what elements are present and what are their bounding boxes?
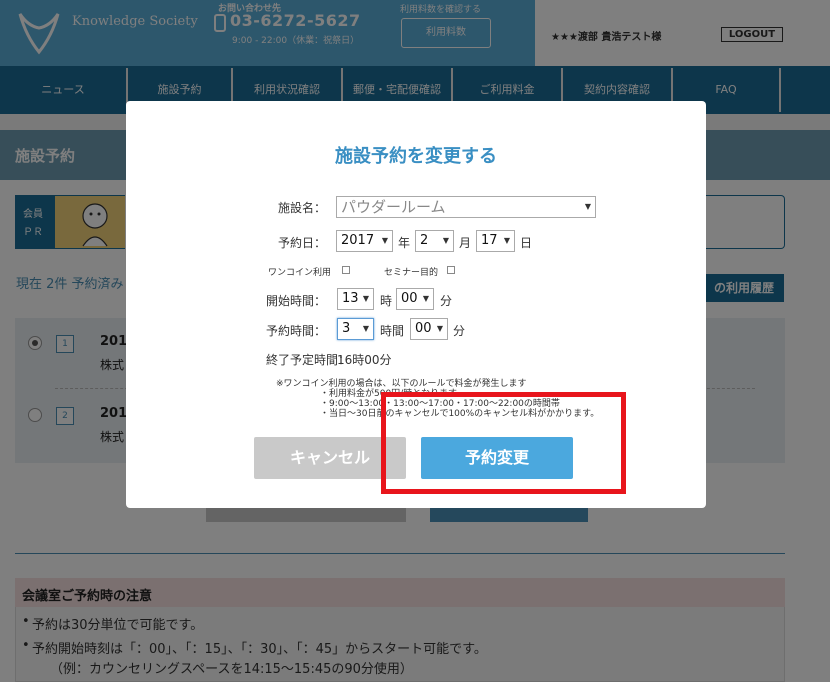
modal-title: 施設予約を変更する — [335, 146, 497, 167]
dropdown-arrow-icon: ▼ — [584, 202, 591, 211]
one-coin-label: ワンコイン利用 — [268, 268, 332, 278]
year-select[interactable]: 2017 ▼ — [336, 230, 393, 252]
hour-unit: 時 — [380, 294, 393, 308]
seminar-checkbox[interactable] — [447, 266, 455, 274]
month-value: 2 — [420, 233, 429, 248]
year-unit: 年 — [398, 236, 411, 250]
dropdown-arrow-icon: ▼ — [381, 236, 388, 245]
duration-label: 予約時間： — [266, 324, 327, 338]
seminar-label: セミナー目的 — [384, 268, 439, 278]
year-value: 2017 — [341, 233, 375, 248]
dropdown-arrow-icon: ▼ — [362, 294, 369, 303]
start-hour-select[interactable]: 13 ▼ — [337, 288, 374, 310]
day-value: 17 — [481, 233, 498, 248]
duration-minute-select[interactable]: 00 ▼ — [410, 318, 448, 340]
duration-minute-unit: 分 — [453, 324, 466, 338]
duration-hour-unit: 時間 — [380, 324, 405, 338]
facility-select[interactable]: パウダールーム ▼ — [336, 196, 596, 218]
day-select[interactable]: 17 ▼ — [476, 230, 515, 252]
duration-hours-select[interactable]: 3 ▼ — [337, 318, 374, 340]
duration-minute-value: 00 — [415, 321, 432, 336]
dropdown-arrow-icon: ▼ — [503, 236, 510, 245]
day-unit: 日 — [520, 236, 533, 250]
dropdown-arrow-icon: ▼ — [362, 324, 369, 333]
duration-hours-value: 3 — [342, 321, 351, 336]
highlight-box — [381, 392, 626, 494]
month-select[interactable]: 2 ▼ — [415, 230, 454, 252]
start-hour-value: 13 — [342, 291, 359, 306]
dropdown-arrow-icon: ▼ — [442, 236, 449, 245]
end-time-value: 16時00分 — [337, 353, 392, 367]
facility-label: 施設名： — [278, 201, 327, 215]
dropdown-arrow-icon: ▼ — [436, 324, 443, 333]
start-time-label: 開始時間： — [266, 294, 327, 308]
start-minute-value: 00 — [401, 291, 418, 306]
minute-unit: 分 — [440, 294, 453, 308]
dropdown-arrow-icon: ▼ — [422, 294, 429, 303]
one-coin-checkbox[interactable] — [342, 266, 350, 274]
month-unit: 月 — [459, 236, 472, 250]
date-label: 予約日： — [278, 236, 327, 250]
facility-value: パウダールーム — [341, 198, 446, 216]
start-minute-select[interactable]: 00 ▼ — [396, 288, 434, 310]
